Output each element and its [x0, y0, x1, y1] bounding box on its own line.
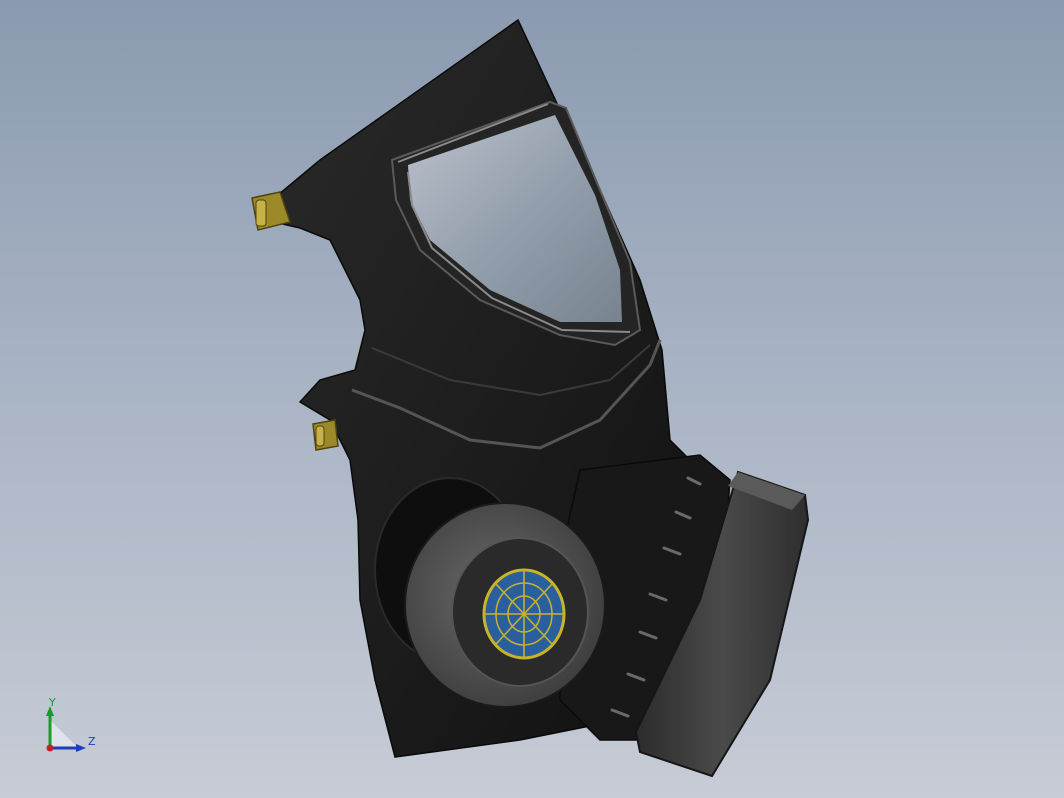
- z-axis-label: Z: [88, 735, 96, 748]
- triad-plane: [50, 720, 78, 748]
- gas-mask-model[interactable]: [0, 0, 1064, 798]
- exhalation-valve[interactable]: [404, 502, 606, 708]
- z-axis-arrow: [76, 744, 86, 752]
- lower-strap-buckle[interactable]: [312, 419, 339, 451]
- 3d-viewport[interactable]: Y Z: [0, 0, 1064, 798]
- y-axis-label: Y: [48, 698, 56, 709]
- triad-origin: [46, 744, 54, 752]
- orientation-triad: Y Z: [46, 698, 96, 752]
